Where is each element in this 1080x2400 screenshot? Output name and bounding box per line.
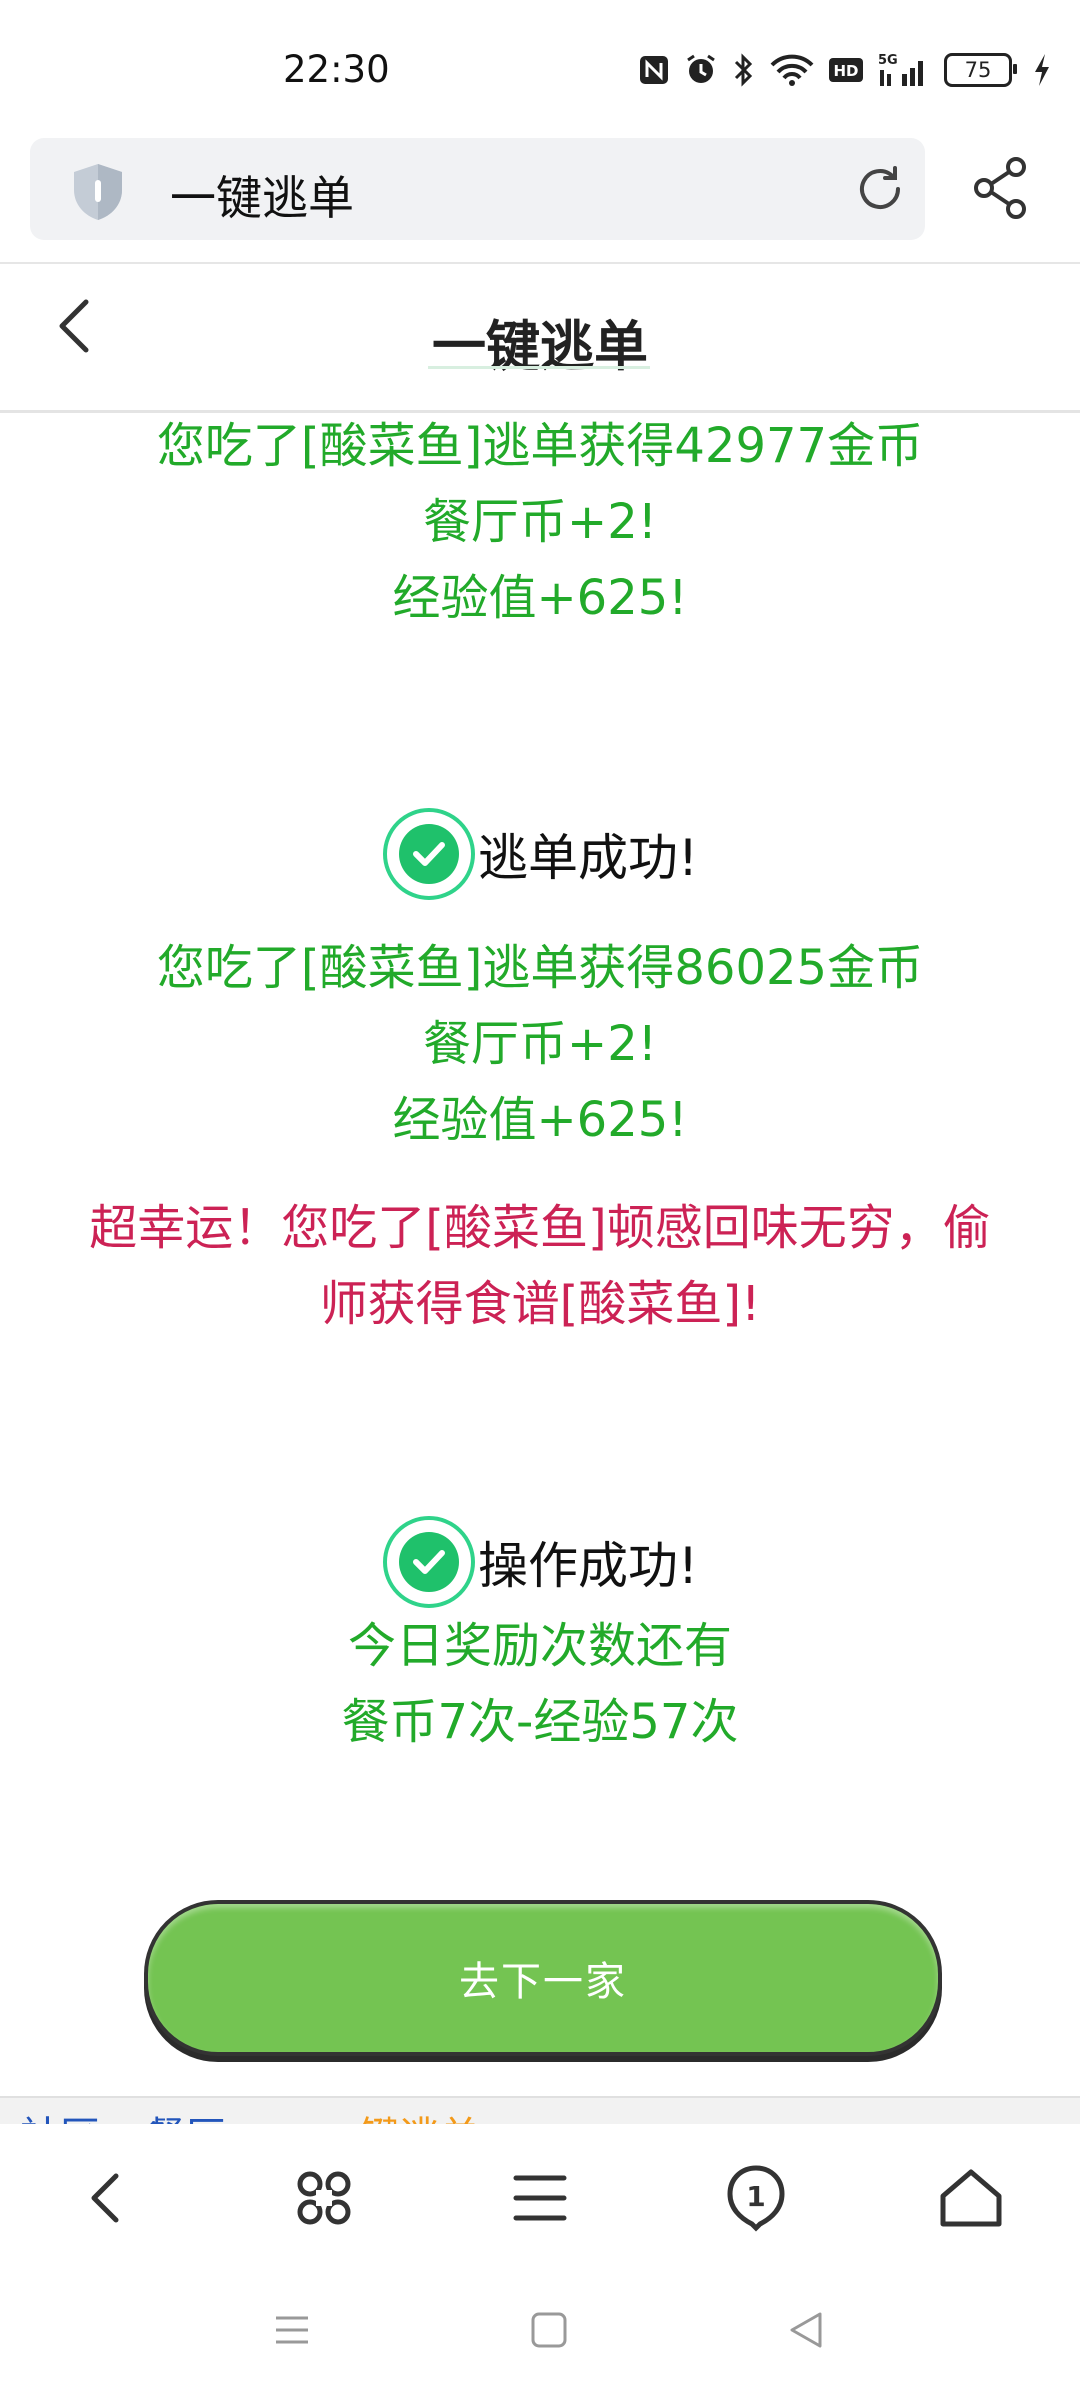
check-icon xyxy=(382,807,476,901)
remaining-rewards-line: 今日奖励次数还有 xyxy=(347,1618,732,1674)
hd-icon: HD xyxy=(828,56,864,84)
svg-text:HD: HD xyxy=(833,62,858,80)
next-restaurant-button[interactable]: 去下一家 xyxy=(144,1900,942,2056)
address-bar[interactable]: 一键逃单 xyxy=(30,138,925,240)
recent-apps-icon[interactable] xyxy=(268,2306,316,2354)
apps-icon[interactable] xyxy=(288,2162,360,2234)
breadcrumb-item[interactable]: 社区 xyxy=(20,2104,100,2126)
lucky-recipe-line: 师获得食谱[酸菜鱼]! xyxy=(319,1276,761,1332)
charging-icon xyxy=(1032,52,1052,88)
tabs-count: 1 xyxy=(746,2180,765,2213)
title-underline xyxy=(428,366,650,369)
tabs-icon[interactable]: 1 xyxy=(720,2162,792,2234)
status-time: 22:30 xyxy=(283,48,390,91)
back-icon[interactable] xyxy=(72,2162,144,2234)
status-bar: 22:30 HD 5G 75 xyxy=(0,0,1080,130)
share-icon[interactable] xyxy=(970,155,1030,221)
back-triangle-icon[interactable] xyxy=(782,2306,830,2354)
page-header: 一键逃单 xyxy=(0,264,1080,410)
remaining-counts-line: 餐币7次-经验57次 xyxy=(341,1694,739,1750)
lucky-recipe-line: 超幸运！您吃了[酸菜鱼]顿感回味无穷，偷 xyxy=(89,1200,991,1256)
success-row: 逃单成功! xyxy=(0,806,1080,902)
browser-toolbar: 1 xyxy=(0,2124,1080,2264)
success-row: 操作成功! xyxy=(0,1514,1080,1610)
reward-coins-line: 您吃了[酸菜鱼]逃单获得86025金币 xyxy=(156,940,924,996)
breadcrumb: 社区 餐厅 一键逃单 xyxy=(0,2096,1080,2126)
experience-line: 经验值+625! xyxy=(392,1092,688,1148)
success-text: 操作成功! xyxy=(477,1537,699,1595)
svg-text:5G: 5G xyxy=(878,53,898,68)
reward-coins-line: 您吃了[酸菜鱼]逃单获得42977金币 xyxy=(156,418,924,474)
restaurant-coin-line: 餐厅币+2! xyxy=(422,494,657,550)
reload-icon[interactable] xyxy=(853,162,907,216)
home-icon[interactable] xyxy=(935,2162,1007,2234)
breadcrumb-item[interactable]: 餐厅 xyxy=(145,2104,225,2126)
home-square-icon[interactable] xyxy=(525,2306,573,2354)
bluetooth-icon xyxy=(732,52,756,88)
url-text[interactable]: 一键逃单 xyxy=(170,162,354,228)
experience-line: 经验值+625! xyxy=(392,570,688,626)
menu-icon[interactable] xyxy=(504,2162,576,2234)
shield-icon[interactable] xyxy=(70,162,126,222)
success-text: 逃单成功! xyxy=(477,829,699,887)
alarm-icon xyxy=(684,53,718,87)
restaurant-coin-line: 餐厅币+2! xyxy=(422,1016,657,1072)
wifi-icon xyxy=(770,53,814,87)
status-icons: HD 5G 75 xyxy=(638,48,1052,92)
check-icon xyxy=(382,1515,476,1609)
battery-icon: 75 xyxy=(944,53,1017,87)
nfc-icon xyxy=(638,54,670,86)
page-title: 一键逃单 xyxy=(432,315,648,378)
breadcrumb-item: 一键逃单 xyxy=(320,2104,480,2126)
system-navigation-bar xyxy=(0,2264,1080,2400)
5g-signal-icon: 5G xyxy=(878,52,930,88)
